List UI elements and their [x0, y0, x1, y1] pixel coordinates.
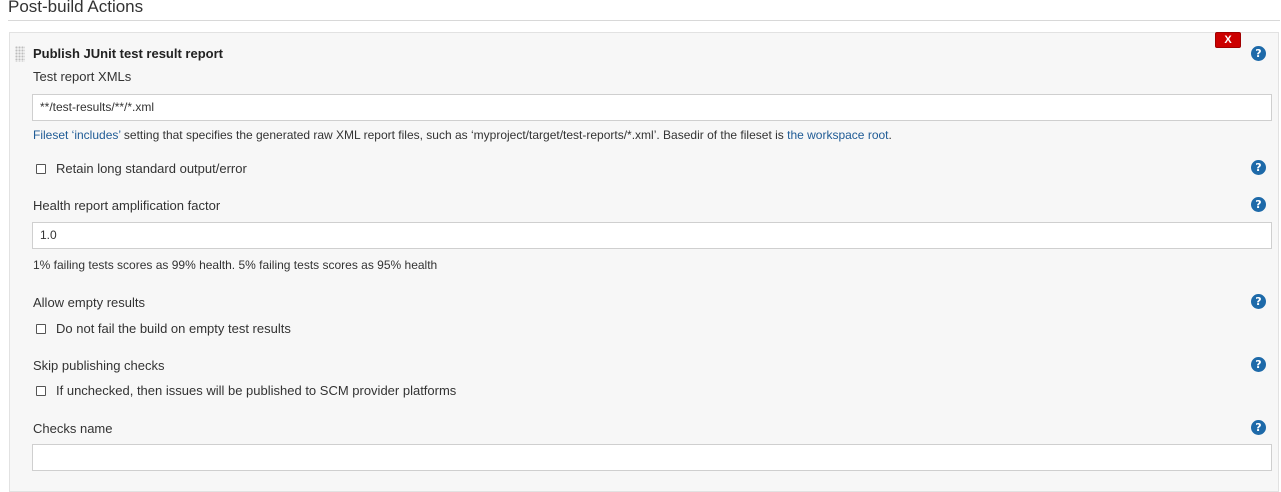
- retain-output-row: Retain long standard output/error: [36, 161, 247, 176]
- section-title: Post-build Actions: [8, 0, 144, 16]
- allow-empty-label: Allow empty results: [33, 295, 145, 310]
- allow-empty-row: Do not fail the build on empty test resu…: [36, 321, 291, 336]
- test-report-input[interactable]: **/test-results/**/*.xml: [32, 94, 1272, 121]
- question-circle-icon[interactable]: ?: [1251, 160, 1266, 175]
- question-circle-icon[interactable]: ?: [1251, 294, 1266, 309]
- workspace-root-link[interactable]: the workspace root: [787, 128, 888, 142]
- checks-name-label: Checks name: [33, 421, 113, 436]
- fileset-includes-link[interactable]: Fileset ‘includes’: [33, 128, 121, 142]
- delete-step-button[interactable]: X: [1215, 32, 1241, 48]
- block-title: Publish JUnit test result report: [33, 46, 223, 61]
- allow-empty-checkbox[interactable]: [36, 323, 46, 334]
- question-circle-icon[interactable]: ?: [1251, 197, 1266, 212]
- test-report-label: Test report XMLs: [33, 69, 132, 84]
- retain-output-label: Retain long standard output/error: [56, 161, 247, 176]
- health-factor-input[interactable]: 1.0: [32, 222, 1272, 249]
- checks-name-input[interactable]: [32, 444, 1272, 471]
- skip-checks-row: If unchecked, then issues will be publis…: [36, 383, 456, 398]
- hint-text: setting that specifies the generated raw…: [120, 128, 788, 142]
- hint-end: .: [888, 128, 892, 142]
- question-circle-icon[interactable]: ?: [1251, 357, 1266, 372]
- health-factor-label: Health report amplification factor: [33, 198, 221, 213]
- drag-handle-icon[interactable]: [15, 46, 25, 62]
- skip-checks-label: Skip publishing checks: [33, 358, 165, 373]
- question-circle-icon[interactable]: ?: [1251, 46, 1266, 61]
- allow-empty-checkbox-label: Do not fail the build on empty test resu…: [56, 321, 291, 336]
- skip-checks-checkbox-label: If unchecked, then issues will be publis…: [56, 383, 457, 398]
- retain-output-checkbox[interactable]: [36, 163, 46, 174]
- question-circle-icon[interactable]: ?: [1251, 420, 1266, 435]
- section-divider: [8, 20, 1280, 21]
- health-factor-hint: 1% failing tests scores as 99% health. 5…: [33, 258, 438, 272]
- test-report-hint: Fileset ‘includes’ setting that specifie…: [33, 128, 892, 142]
- skip-checks-checkbox[interactable]: [36, 385, 46, 396]
